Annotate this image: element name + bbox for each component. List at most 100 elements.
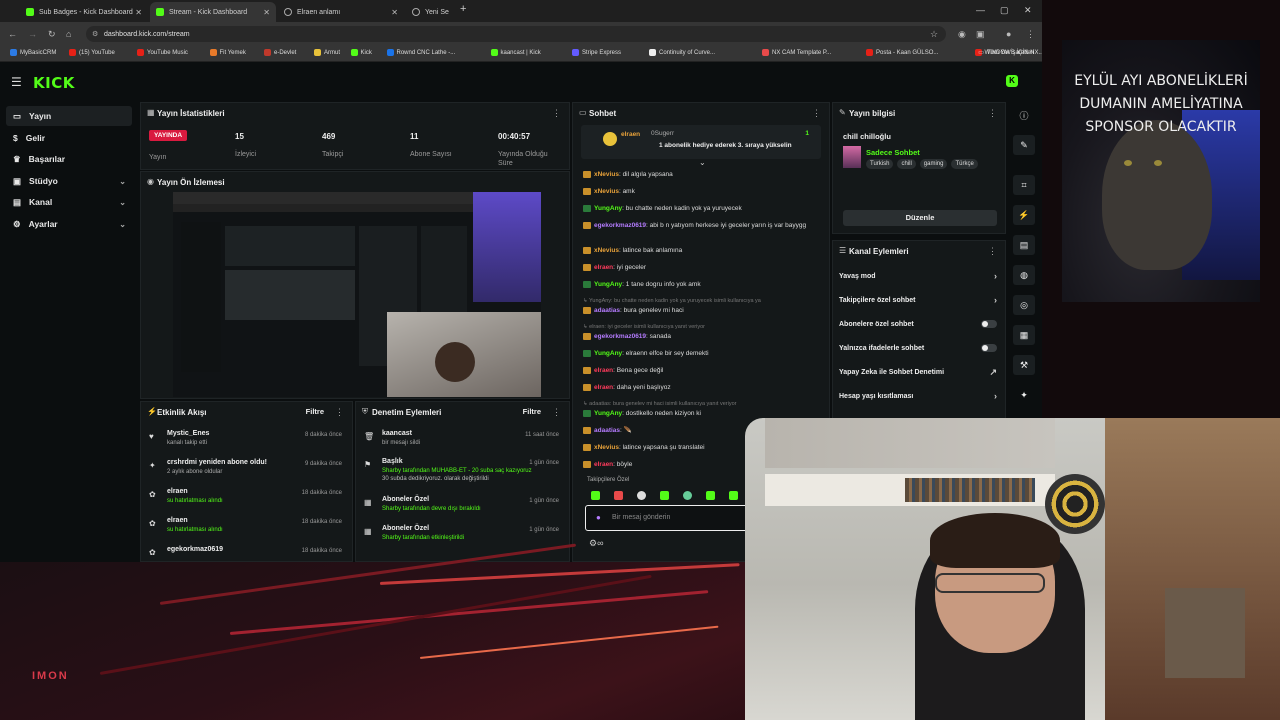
emote-icon[interactable] xyxy=(683,491,692,500)
chat-username[interactable]: egekorkmaz0619 xyxy=(594,222,646,229)
category-link[interactable]: Sadece Sohbet xyxy=(866,148,920,157)
user-avatar[interactable]: K xyxy=(1006,75,1018,87)
chat-username[interactable]: adaatias xyxy=(594,427,620,434)
broadcast-icon[interactable]: ◎ xyxy=(1013,295,1035,315)
chat-username[interactable]: YungAny xyxy=(594,410,622,417)
tab-elraen[interactable]: Elraen anlamı ✕ xyxy=(278,2,404,22)
close-icon[interactable]: ✕ xyxy=(135,8,142,17)
chat-username[interactable]: YungAny xyxy=(594,350,622,357)
tag-chip[interactable]: chill xyxy=(897,159,916,169)
emote-icon[interactable] xyxy=(614,491,623,500)
chat-username[interactable]: YungAny xyxy=(594,205,622,212)
star-icon[interactable]: ☆ xyxy=(930,29,938,40)
channel-action-row[interactable]: Takipçilere özel sohbet › xyxy=(839,289,997,311)
bookmark-item[interactable]: Armut xyxy=(314,49,340,56)
emote-icon[interactable] xyxy=(729,491,738,500)
pencil-icon[interactable]: ✎ xyxy=(1013,135,1035,155)
sidebar-item-stream[interactable]: ▭ Yayın xyxy=(6,106,132,126)
close-icon[interactable]: ✕ xyxy=(263,8,270,17)
more-icon[interactable]: ⋮ xyxy=(988,246,997,257)
filter-button[interactable]: Filtre xyxy=(306,407,324,416)
settings-icon[interactable]: ⚙∞ xyxy=(589,538,603,549)
bookmark-item[interactable]: NX CAM Template P... xyxy=(762,49,831,56)
info-icon[interactable]: ⓘ xyxy=(1013,105,1035,125)
edit-button[interactable]: Düzenle xyxy=(843,210,997,226)
channel-action-row[interactable]: Yapay Zeka ile Sohbet Denetimi ↗ xyxy=(839,361,997,383)
chat-username[interactable]: xNevius xyxy=(594,444,619,451)
tag-chip[interactable]: gaming xyxy=(919,159,948,169)
emote-icon[interactable] xyxy=(706,491,715,500)
sidebar-item-achievements[interactable]: ♛ Başarılar xyxy=(6,149,132,169)
emote-icon[interactable] xyxy=(591,491,600,500)
filter-button[interactable]: Filtre xyxy=(523,407,541,416)
tab-new-search[interactable]: Yeni Se xyxy=(406,2,452,22)
extension-icon[interactable]: ◉ xyxy=(958,29,966,40)
bookmark-item[interactable]: kaancast | Kick xyxy=(490,49,541,56)
emote-icon[interactable] xyxy=(637,491,646,500)
sidebar-item-revenue[interactable]: $ Gelir xyxy=(6,128,132,148)
document-icon[interactable]: ▤ xyxy=(1013,235,1035,255)
url-input[interactable]: ⚙ dashboard.kick.com/stream xyxy=(86,26,946,42)
wrench-icon[interactable]: ⚒ xyxy=(1013,355,1035,375)
hamburger-icon[interactable]: ☰ xyxy=(11,75,22,89)
apps-icon[interactable]: ✦ xyxy=(1013,385,1035,405)
channel-action-row[interactable]: Yavaş mod › xyxy=(839,265,997,287)
crop-icon[interactable]: ⌗ xyxy=(1013,175,1035,195)
more-icon[interactable]: ⋮ xyxy=(988,108,997,119)
bolt-icon[interactable]: ⚡ xyxy=(1013,205,1035,225)
bookmark-item[interactable]: YouTube Music xyxy=(137,49,188,56)
maximize-icon[interactable]: ▢ xyxy=(1000,5,1009,16)
tab-stream[interactable]: Stream - Kick Dashboard ✕ xyxy=(150,2,276,22)
menu-icon[interactable]: ⋮ xyxy=(1026,29,1035,40)
all-bookmarks[interactable]: ▭ Tüm Yer İşaretleri xyxy=(978,49,1034,57)
kick-logo[interactable]: KICK xyxy=(33,74,75,92)
puzzle-icon[interactable]: ▣ xyxy=(976,29,985,40)
bookmark-item[interactable]: Posta - Kaan GÜLSO... xyxy=(866,49,938,56)
chat-username[interactable]: xNevius xyxy=(594,171,619,178)
site-info-icon[interactable]: ⚙ xyxy=(92,30,98,38)
bookmark-item[interactable]: MyBasicCRM xyxy=(10,49,56,56)
minimize-icon[interactable]: — xyxy=(976,5,985,15)
bookmark-item[interactable]: Stripe Express xyxy=(572,49,621,56)
sidebar-item-channel[interactable]: ▤ Kanal ⌄ xyxy=(6,192,132,212)
emote-icon[interactable] xyxy=(660,491,669,500)
toggle-switch[interactable] xyxy=(981,344,997,352)
profile-avatar[interactable]: ● xyxy=(1006,29,1011,39)
new-tab-button[interactable]: + xyxy=(460,3,466,15)
chat-username[interactable]: YungAny xyxy=(594,281,622,288)
more-icon[interactable]: ⋮ xyxy=(552,407,561,418)
mic-icon[interactable]: ● xyxy=(596,513,601,522)
reload-icon[interactable]: ↻ xyxy=(48,29,56,40)
bookmark-item[interactable]: Rownd CNC Lathe -... xyxy=(386,49,455,56)
more-icon[interactable]: ⋮ xyxy=(812,108,821,119)
toggle-switch[interactable] xyxy=(981,320,997,328)
tag-chip[interactable]: Turkish xyxy=(866,159,894,169)
chat-bubble-icon[interactable]: ◍ xyxy=(1013,265,1035,285)
chat-username[interactable]: egekorkmaz0619 xyxy=(594,333,646,340)
chat-username[interactable]: adaatias xyxy=(594,307,620,314)
channel-action-row[interactable]: Yalnızca ifadelerle sohbet xyxy=(839,337,997,359)
forward-icon[interactable]: → xyxy=(28,29,37,39)
channel-action-row[interactable]: Hesap yaşı kısıtlaması › xyxy=(839,385,997,407)
bookmark-item[interactable]: Kick xyxy=(350,49,372,56)
tab-sub-badges[interactable]: Sub Badges - Kick Dashboard ✕ xyxy=(20,2,148,22)
bookmark-item[interactable]: (15) YouTube xyxy=(69,49,115,56)
tag-chip[interactable]: Türkçe xyxy=(951,159,978,169)
bookmark-item[interactable]: Continuity of Curve... xyxy=(649,49,715,56)
chat-username[interactable]: elraen xyxy=(594,264,613,271)
chat-username[interactable]: elraen xyxy=(594,461,613,468)
sidebar-item-studio[interactable]: ▣ Stüdyo ⌄ xyxy=(6,171,132,191)
back-icon[interactable]: ← xyxy=(8,29,17,39)
close-icon[interactable]: ✕ xyxy=(391,8,398,17)
chat-username[interactable]: elraen xyxy=(594,367,613,374)
layout-icon[interactable]: ▦ xyxy=(1013,325,1035,345)
chat-username[interactable]: xNevius xyxy=(594,247,619,254)
close-window-icon[interactable]: ✕ xyxy=(1024,5,1032,16)
bookmark-item[interactable]: Fit Yemek xyxy=(209,49,246,56)
chat-username[interactable]: xNevius xyxy=(594,188,619,195)
chevron-down-icon[interactable]: ⌄ xyxy=(699,158,706,167)
chat-username[interactable]: elraen xyxy=(594,384,613,391)
bookmark-item[interactable]: e-Devlet xyxy=(264,49,296,56)
preview-video[interactable] xyxy=(173,192,541,397)
more-icon[interactable]: ⋮ xyxy=(552,108,561,119)
